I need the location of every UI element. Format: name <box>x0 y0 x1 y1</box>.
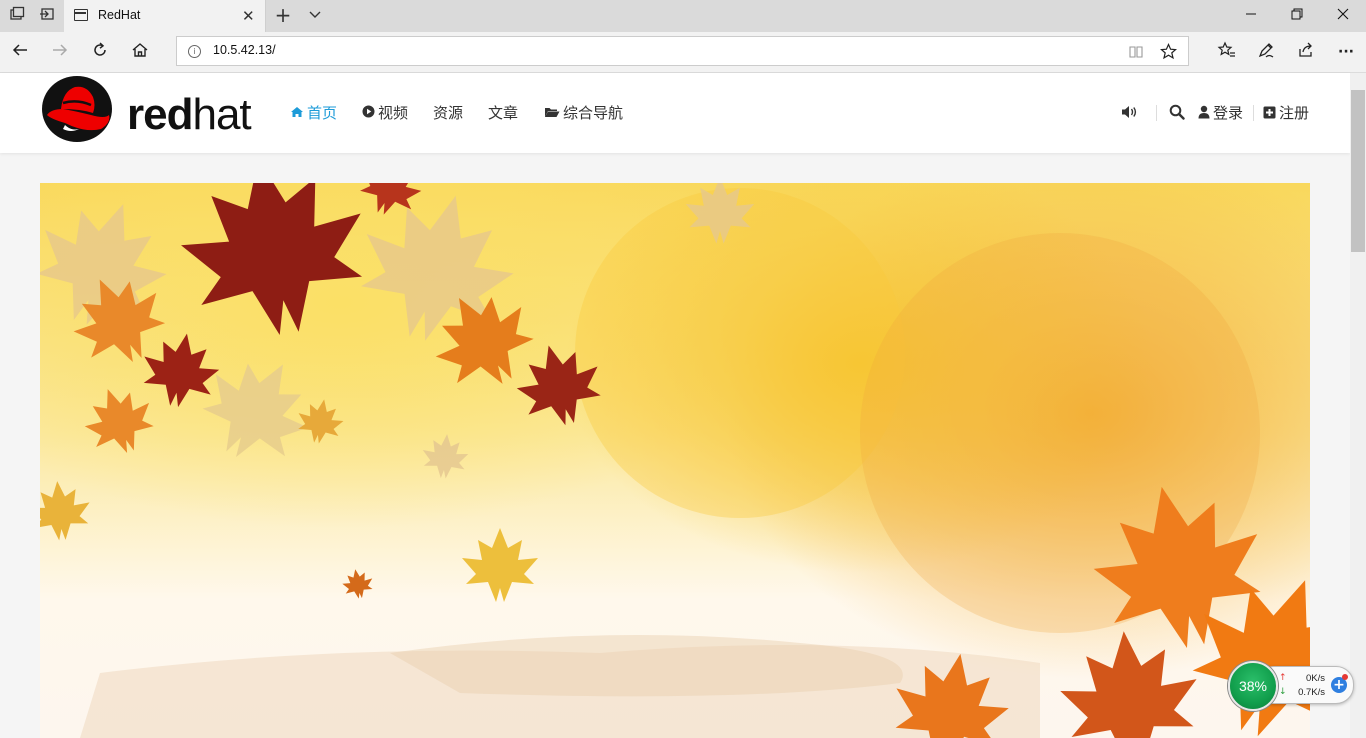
address-bar[interactable]: i 10.5.42.13/ <box>176 36 1189 66</box>
search-icon[interactable] <box>1169 104 1185 125</box>
header-divider-2 <box>1253 105 1254 121</box>
hero-banner-image[interactable] <box>40 183 1310 738</box>
nav-articles[interactable]: 文章 <box>488 103 518 123</box>
close-window-button[interactable] <box>1320 5 1366 27</box>
share-icon[interactable] <box>1294 41 1318 63</box>
nav-home-label: 首页 <box>307 104 338 122</box>
nav-video-label: 视频 <box>378 104 409 122</box>
redhat-logo-icon[interactable] <box>41 75 113 143</box>
site-info-icon[interactable]: i <box>188 45 201 58</box>
logo-text-bold: red <box>127 90 193 139</box>
web-notes-icon[interactable] <box>1254 41 1278 63</box>
upload-rate: 0K/s <box>1305 673 1325 684</box>
plus-square-icon <box>1263 104 1276 124</box>
favorite-star-icon[interactable] <box>1159 43 1178 64</box>
user-icon <box>1198 104 1210 124</box>
logo-text-light: hat <box>192 90 251 139</box>
restore-button[interactable] <box>1274 5 1320 27</box>
login-link[interactable]: 登录 <box>1198 103 1243 124</box>
tab-list-chevron-icon[interactable] <box>304 7 326 27</box>
close-tab-icon[interactable]: ✕ <box>242 6 255 26</box>
favorites-hub-icon[interactable] <box>1214 41 1238 63</box>
more-menu-icon[interactable]: ··· <box>1334 41 1358 63</box>
browser-tab-bar: RedHat ✕ + <box>0 0 1366 32</box>
refresh-icon[interactable] <box>88 41 112 63</box>
upload-arrow-icon: ↑ <box>1279 673 1287 683</box>
login-label: 登录 <box>1213 104 1244 122</box>
nav-articles-label: 文章 <box>488 104 519 122</box>
nav-video[interactable]: 视频 <box>362 103 408 125</box>
minimize-button[interactable] <box>1228 5 1274 27</box>
autumn-leaves-illustration <box>40 183 1310 738</box>
nav-resources-label: 资源 <box>433 104 464 122</box>
redhat-logo-text[interactable]: redhat <box>127 90 252 139</box>
set-tabs-aside-icon[interactable] <box>36 6 58 26</box>
nav-resources[interactable]: 资源 <box>433 103 463 123</box>
home-icon[interactable] <box>128 41 152 63</box>
register-link[interactable]: 注册 <box>1263 103 1309 124</box>
tab-title: RedHat <box>98 8 141 22</box>
download-rate: 0.7K/s <box>1298 687 1325 698</box>
browser-toolbar: i 10.5.42.13/ ··· <box>0 32 1366 73</box>
back-arrow-icon[interactable] <box>8 41 32 63</box>
download-arrow-icon: ↓ <box>1279 687 1287 697</box>
nav-directory[interactable]: 综合导航 <box>544 103 623 125</box>
address-url[interactable]: 10.5.42.13/ <box>213 43 276 57</box>
page-icon <box>74 9 88 21</box>
scrollbar-thumb[interactable] <box>1351 90 1365 252</box>
volume-icon[interactable] <box>1121 104 1139 125</box>
new-tab-button[interactable]: + <box>272 5 294 25</box>
nav-home[interactable]: 首页 <box>290 103 337 125</box>
nav-directory-label: 综合导航 <box>563 104 624 122</box>
forward-arrow-icon[interactable] <box>48 41 72 63</box>
cpu-usage-gauge[interactable]: 38% <box>1228 661 1278 711</box>
reading-view-icon[interactable] <box>1128 44 1144 64</box>
register-label: 注册 <box>1279 104 1310 122</box>
browser-tab-active[interactable]: RedHat ✕ <box>64 0 266 32</box>
home-icon <box>290 105 304 125</box>
notification-dot <box>1342 674 1348 680</box>
tab-actions-icon[interactable] <box>6 6 28 26</box>
play-circle-icon <box>362 105 375 125</box>
site-header: redhat 首页 视频 资源 文章 综合导航 登录 注册 <box>0 73 1350 153</box>
folder-open-icon <box>544 105 560 125</box>
header-divider <box>1156 105 1157 121</box>
